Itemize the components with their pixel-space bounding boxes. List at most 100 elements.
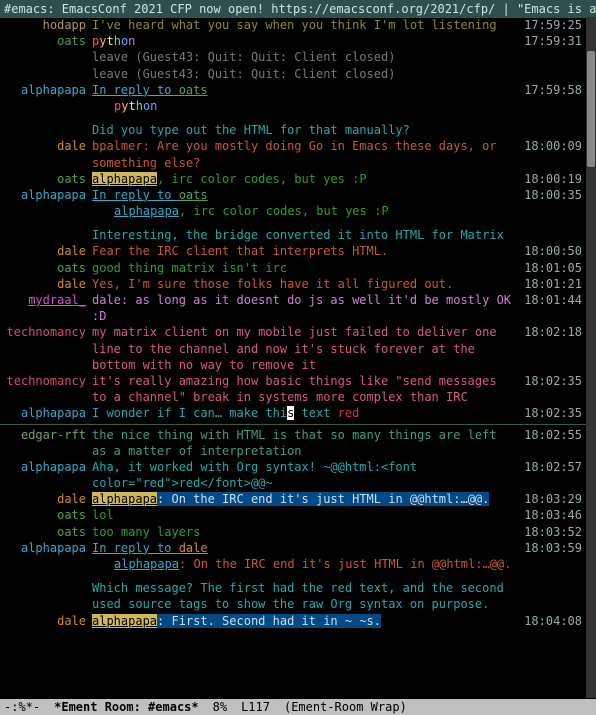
- message-row: technomancy it's really amazing how basi…: [0, 373, 586, 405]
- nick: mydraal_: [4, 292, 92, 308]
- message-row: oats good thing matrix isn't irc 18:01:0…: [0, 260, 586, 276]
- message-body: bpalmer: Are you mostly doing Go in Emac…: [92, 138, 524, 170]
- message-row: edgar-rft the nice thing with HTML is th…: [0, 427, 586, 459]
- timestamp: 18:02:18: [524, 324, 582, 340]
- modeline-status: -:%*-: [4, 699, 40, 715]
- message-body: lol: [92, 507, 524, 523]
- mention-highlight[interactable]: alphapapa: [92, 614, 157, 628]
- mention[interactable]: oats: [179, 188, 208, 202]
- message-body: Yes, I'm sure those folks have it all fi…: [92, 276, 524, 292]
- nick: alphapapa: [4, 187, 92, 203]
- reply-link[interactable]: In reply to: [92, 83, 179, 97]
- message-row: dale bpalmer: Are you mostly doing Go in…: [0, 138, 586, 170]
- mode-line: -:%*- *Ement Room: #emacs* 8% L117 (Emen…: [0, 699, 596, 715]
- message-body: Fear the IRC client that interprets HTML…: [92, 243, 524, 259]
- message-body: alphapapa, irc color codes, but yes :P: [92, 171, 524, 187]
- nick: dale: [4, 276, 92, 292]
- message-body: I wonder if I can… make this text red: [92, 405, 524, 421]
- message-row: technomancy my matrix client on my mobil…: [0, 324, 586, 373]
- timestamp: 18:01:05: [524, 260, 582, 276]
- message-row: alphapapa In reply to dale 18:03:59: [0, 540, 586, 556]
- nick: alphapapa: [4, 459, 92, 475]
- message-row: oats lol 18:03:46: [0, 507, 586, 523]
- mention-highlight[interactable]: alphapapa: [92, 172, 157, 186]
- message-body: the nice thing with HTML is that so many…: [92, 427, 524, 459]
- timestamp: 17:59:25: [524, 17, 582, 33]
- message-body: Aha, it worked with Org syntax! ~@@html:…: [92, 459, 524, 491]
- nick: oats: [4, 507, 92, 523]
- timestamp: 18:00:09: [524, 138, 582, 154]
- mention-highlight[interactable]: alphapapa: [92, 492, 157, 506]
- server-message: leave (Guest43: Quit: Quit: Client close…: [0, 66, 586, 82]
- message-body: I've heard what you say when you think I…: [92, 17, 524, 33]
- message-body: In reply to oats: [92, 187, 524, 203]
- nick: technomancy: [4, 324, 92, 340]
- message-row: oats too many layers 18:03:52: [0, 524, 586, 540]
- timestamp: 18:02:35: [524, 405, 582, 421]
- nick: dale: [4, 243, 92, 259]
- modeline-line: L117: [241, 699, 270, 715]
- timestamp: 18:02:57: [524, 459, 582, 475]
- timestamp: 18:02:55: [524, 427, 582, 443]
- server-message: leave (Guest43: Quit: Quit: Client close…: [0, 49, 586, 65]
- py-letter: n: [128, 34, 135, 48]
- message-log[interactable]: hodapp I've heard what you say when you …: [0, 17, 586, 698]
- reply-link[interactable]: In reply to: [92, 541, 179, 555]
- scrollbar-thumb[interactable]: [587, 51, 595, 167]
- nick: alphapapa: [4, 405, 92, 421]
- server-text: leave (Guest43: Quit: Quit: Client close…: [92, 49, 524, 65]
- timestamp: 18:00:19: [524, 171, 582, 187]
- py-letter: h: [114, 34, 121, 48]
- message-row: oats python 17:59:31: [0, 33, 586, 49]
- quoted-body: alphapapa, irc color codes, but yes :P: [92, 203, 524, 219]
- message-body: alphapapa: First. Second had it in ~ ~s.: [92, 613, 524, 629]
- message-body: python: [92, 33, 524, 49]
- timestamp: 18:02:35: [524, 373, 582, 389]
- message-row: alphapapa I wonder if I can… make this t…: [0, 405, 586, 421]
- message-body: Which message? The first had the red tex…: [92, 580, 524, 612]
- message-body: dale: as long as it doesnt do js as well…: [92, 292, 524, 324]
- nick: edgar-rft: [4, 427, 92, 443]
- read-marker: [0, 424, 586, 425]
- nick: hodapp: [4, 17, 92, 33]
- timestamp: 18:03:52: [524, 524, 582, 540]
- quoted-body: python: [92, 98, 524, 114]
- message-row: dale alphapapa: First. Second had it in …: [0, 613, 586, 629]
- message-row: alphapapa In reply to oats 17:59:58: [0, 82, 586, 98]
- timestamp: 18:01:44: [524, 292, 582, 308]
- message-body: good thing matrix isn't irc: [92, 260, 524, 276]
- message-row: alphapapa Aha, it worked with Org syntax…: [0, 459, 586, 491]
- message-row: alphapapa In reply to oats 18:00:35: [0, 187, 586, 203]
- message-row: oats alphapapa, irc color codes, but yes…: [0, 171, 586, 187]
- message-row: mydraal_ dale: as long as it doesnt do j…: [0, 292, 586, 324]
- nick: oats: [4, 171, 92, 187]
- timestamp: 18:00:35: [524, 187, 582, 203]
- nick: dale: [4, 613, 92, 629]
- message-body: In reply to dale: [92, 540, 524, 556]
- timestamp: 18:04:08: [524, 613, 582, 629]
- timestamp: 18:03:46: [524, 507, 582, 523]
- py-letter: t: [106, 34, 113, 48]
- nick: oats: [4, 260, 92, 276]
- modeline-percent: 8%: [213, 699, 227, 715]
- timestamp: 18:03:29: [524, 491, 582, 507]
- scrollbar[interactable]: [586, 17, 596, 698]
- mention[interactable]: dale: [179, 541, 208, 555]
- mention[interactable]: alphapapa: [114, 204, 179, 218]
- timestamp: 18:00:50: [524, 243, 582, 259]
- channel-topic: #emacs: EmacsConf 2021 CFP now open! htt…: [0, 0, 596, 18]
- timestamp: 18:03:59: [524, 540, 582, 556]
- nick: alphapapa: [4, 82, 92, 98]
- nick: oats: [4, 524, 92, 540]
- mention[interactable]: alphapapa: [114, 557, 179, 571]
- reply-link[interactable]: In reply to: [92, 188, 179, 202]
- mention[interactable]: oats: [179, 83, 208, 97]
- timestamp: 18:01:21: [524, 276, 582, 292]
- message-body: alphapapa: On the IRC end it's just HTML…: [92, 491, 524, 507]
- message-body: In reply to oats: [92, 82, 524, 98]
- nick: dale: [4, 491, 92, 507]
- message-row: dale Fear the IRC client that interprets…: [0, 243, 586, 259]
- modeline-buffer: *Ement Room: #emacs*: [54, 699, 199, 715]
- message-body: Did you type out the HTML for that manua…: [92, 122, 524, 138]
- nick: technomancy: [4, 373, 92, 389]
